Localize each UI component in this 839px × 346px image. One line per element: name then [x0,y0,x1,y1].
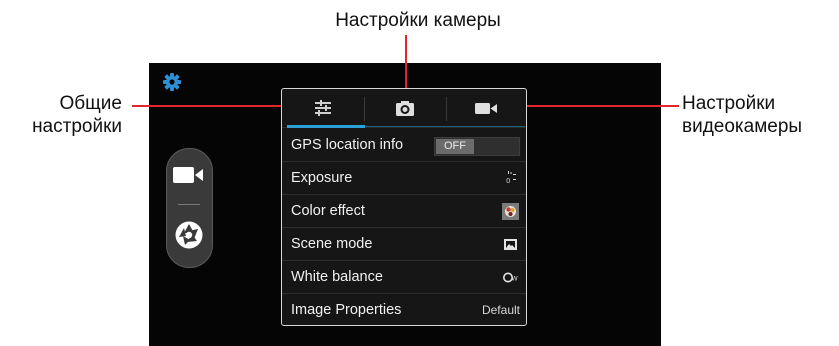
general-settings-callout-line1: Общие [59,93,122,114]
settings-gear-icon[interactable] [162,72,182,92]
camera-callout-line [405,35,407,95]
video-settings-callout-line1: Настройки [682,93,776,114]
color-effect-label: Color effect [291,203,365,219]
tab-general-settings[interactable] [282,89,364,127]
white-balance-auto-icon: W [503,272,519,283]
selected-tab-indicator [287,125,365,128]
gps-location-label: GPS location info [291,137,404,153]
image-properties-row[interactable]: Image Properties Default [282,294,526,326]
general-settings-callout-line2: настройки [32,116,122,137]
video-settings-callout-line2: видеокамеры [682,116,803,137]
white-balance-row[interactable]: White balance W [282,261,526,294]
scene-mode-icon [504,239,517,250]
scene-mode-label: Scene mode [291,236,373,252]
gps-toggle-state: OFF [436,139,474,154]
color-effect-row[interactable]: Color effect [282,195,526,228]
exposure-icon: 0 [506,171,516,185]
video-camera-icon [475,102,497,114]
scene-mode-row[interactable]: Scene mode [282,228,526,261]
tab-camera-settings[interactable] [364,89,446,127]
camera-settings-callout: Настройки камеры [335,10,501,31]
sliders-icon [315,100,331,116]
video-settings-callout: Настройки видеокамеры [682,92,839,138]
svg-text:0: 0 [506,178,510,185]
tab-video-settings[interactable] [446,89,526,127]
exposure-label: Exposure [291,170,353,186]
camera-icon [396,100,414,116]
mode-divider [178,204,200,205]
tab-bar-accent-line [365,126,525,127]
gps-location-toggle[interactable]: OFF [434,137,520,156]
camera-settings-panel: GPS location info OFF Exposure 0 Color e… [281,88,527,326]
image-properties-value: Default [481,303,520,317]
gps-location-row[interactable]: GPS location info OFF [282,129,526,162]
shutter-icon[interactable] [174,220,204,255]
settings-tabs [282,89,526,128]
video-mode-icon[interactable] [172,164,205,191]
image-properties-label: Image Properties [291,302,402,318]
exposure-row[interactable]: Exposure 0 [282,162,526,195]
color-effect-thumbnail [502,203,519,220]
general-settings-callout: Общие настройки [0,92,122,138]
white-balance-label: White balance [291,269,383,285]
svg-text:W: W [512,276,519,283]
